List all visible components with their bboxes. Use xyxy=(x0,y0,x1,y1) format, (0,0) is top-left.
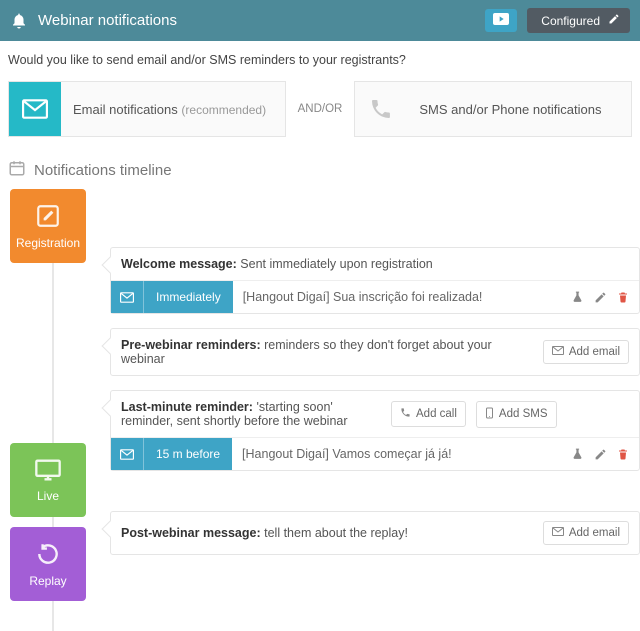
stage-registration[interactable]: Registration xyxy=(10,189,86,263)
card-last-title: Last-minute reminder: xyxy=(121,400,253,414)
add-sms-button[interactable]: Add SMS xyxy=(476,401,557,428)
welcome-subject: [Hangout Digaí] Sua inscrição foi realiz… xyxy=(233,281,561,313)
configured-button[interactable]: Configured xyxy=(527,8,630,33)
channel-email-label: Email notifications xyxy=(73,102,178,117)
last-subject: [Hangout Digaí] Vamos começar já já! xyxy=(232,438,561,470)
monitor-icon xyxy=(34,458,62,485)
add-email-label: Add email xyxy=(569,527,620,539)
channel-sms-label: SMS and/or Phone notifications xyxy=(419,102,601,117)
card-post-desc: tell them about the replay! xyxy=(264,526,408,540)
flask-icon[interactable] xyxy=(571,447,584,461)
stage-live[interactable]: Live xyxy=(10,443,86,517)
phone-icon xyxy=(400,407,411,421)
add-call-label: Add call xyxy=(416,408,457,420)
card-post-title: Post-webinar message: xyxy=(121,526,261,540)
envelope-icon xyxy=(9,82,61,136)
add-email-label: Add email xyxy=(569,346,620,358)
add-email-button[interactable]: Add email xyxy=(543,521,629,545)
card-welcome: Welcome message: Sent immediately upon r… xyxy=(110,247,640,314)
channel-row: Email notifications (recommended) AND/OR… xyxy=(0,81,640,137)
stage-live-label: Live xyxy=(37,489,59,503)
pencil-icon xyxy=(608,13,620,28)
card-pre: Pre-webinar reminders: reminders so they… xyxy=(110,328,640,376)
andor-label: AND/OR xyxy=(296,103,345,115)
card-welcome-desc: Sent immediately upon registration xyxy=(240,257,432,271)
channel-email[interactable]: Email notifications (recommended) xyxy=(8,81,286,137)
video-help-button[interactable] xyxy=(485,9,517,32)
timeline-title: Notifications timeline xyxy=(34,162,172,179)
page-header: Webinar notifications Configured xyxy=(0,0,640,41)
configured-label: Configured xyxy=(541,14,600,28)
compose-icon xyxy=(35,203,61,232)
pencil-icon[interactable] xyxy=(594,291,607,304)
add-email-button[interactable]: Add email xyxy=(543,340,629,364)
stage-registration-label: Registration xyxy=(16,236,80,250)
card-last: Last-minute reminder: 'starting soon' re… xyxy=(110,390,640,471)
last-timing: 15 m before xyxy=(143,438,232,470)
card-pre-title: Pre-webinar reminders: xyxy=(121,338,261,352)
card-welcome-title: Welcome message: xyxy=(121,257,237,271)
envelope-icon xyxy=(552,527,564,539)
page-title: Webinar notifications xyxy=(38,12,475,29)
envelope-icon xyxy=(111,281,143,313)
stage-replay[interactable]: Replay xyxy=(10,527,86,601)
pencil-icon[interactable] xyxy=(594,448,607,461)
trash-icon[interactable] xyxy=(617,290,629,304)
replay-icon xyxy=(35,541,61,570)
card-post: Post-webinar message: tell them about th… xyxy=(110,511,640,555)
bell-icon xyxy=(10,12,28,30)
stage-replay-label: Replay xyxy=(29,574,66,588)
envelope-icon xyxy=(111,438,143,470)
add-sms-label: Add SMS xyxy=(499,408,548,420)
video-icon xyxy=(493,13,509,28)
welcome-timing: Immediately xyxy=(143,281,233,313)
welcome-email-row[interactable]: Immediately [Hangout Digaí] Sua inscriçã… xyxy=(111,280,639,313)
flask-icon[interactable] xyxy=(571,290,584,304)
calendar-icon xyxy=(8,159,26,181)
add-call-button[interactable]: Add call xyxy=(391,401,466,427)
channel-email-rec: (recommended) xyxy=(181,103,266,117)
last-email-row[interactable]: 15 m before [Hangout Digaí] Vamos começa… xyxy=(111,437,639,470)
envelope-icon xyxy=(552,346,564,358)
phone-icon xyxy=(355,82,407,136)
channel-sms[interactable]: SMS and/or Phone notifications xyxy=(354,81,632,137)
intro-text: Would you like to send email and/or SMS … xyxy=(0,41,640,81)
timeline-heading: Notifications timeline xyxy=(0,137,640,189)
mobile-icon xyxy=(485,407,494,422)
trash-icon[interactable] xyxy=(617,447,629,461)
